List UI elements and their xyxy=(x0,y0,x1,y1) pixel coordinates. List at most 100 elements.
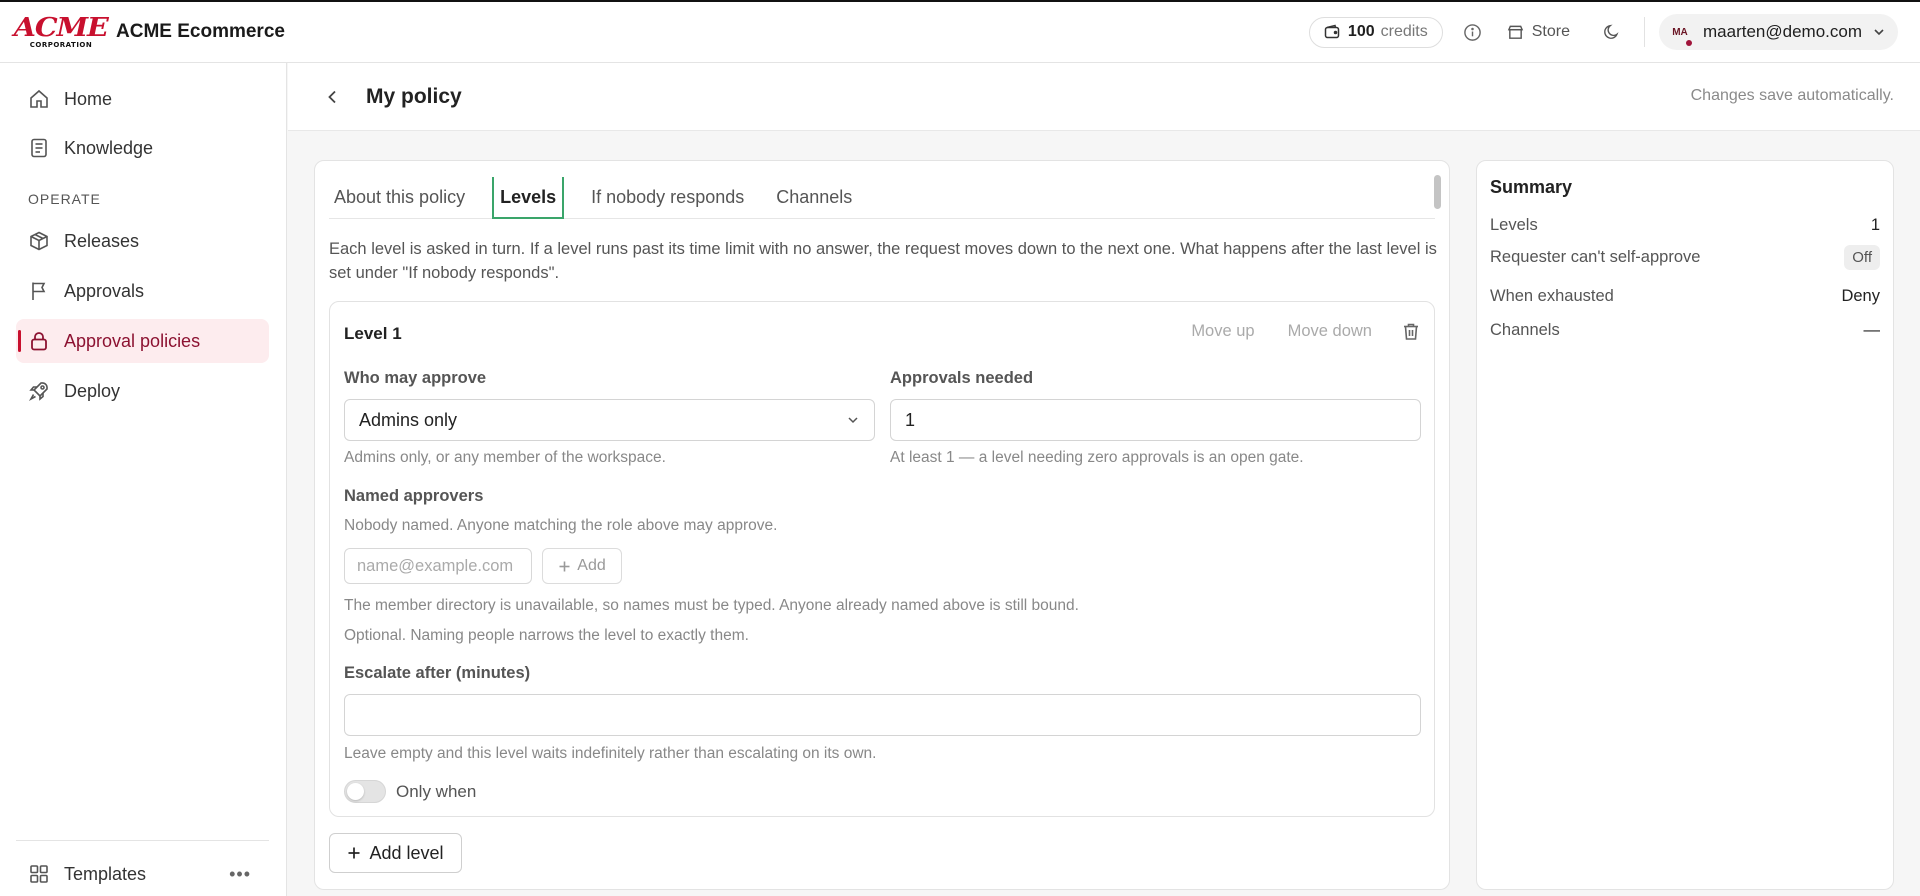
who-may-approve-label: Who may approve xyxy=(344,369,487,387)
moon-icon xyxy=(1603,23,1621,41)
scrollbar[interactable] xyxy=(1434,175,1441,209)
directory-unavailable-note: The member directory is unavailable, so … xyxy=(344,597,1079,614)
summary-row-value: Deny xyxy=(1841,287,1880,305)
home-icon xyxy=(28,88,64,110)
more-options-icon[interactable]: ••• xyxy=(229,864,251,885)
user-menu-button[interactable]: MA maarten@demo.com xyxy=(1659,14,1898,50)
escalate-after-hint: Leave empty and this level waits indefin… xyxy=(344,745,877,762)
summary-row-channels: Channels — xyxy=(1490,321,1880,340)
section-label-operate: OPERATE xyxy=(28,191,101,207)
only-when-toggle[interactable] xyxy=(344,780,386,803)
status-dot xyxy=(1686,40,1692,46)
levels-intro: Each level is asked in turn. If a level … xyxy=(329,240,1437,282)
add-level-button[interactable]: Add level xyxy=(329,833,462,873)
theme-toggle-button[interactable] xyxy=(1596,16,1628,48)
sidebar-item-approval-policies[interactable]: Approval policies xyxy=(16,319,269,363)
add-level-label: Add level xyxy=(369,842,444,863)
sidebar-item-templates[interactable]: Templates ••• xyxy=(16,852,269,896)
credits-pill[interactable]: 100 credits xyxy=(1308,16,1443,48)
tab-if-nobody-responds[interactable]: If nobody responds xyxy=(586,177,749,218)
top-right-controls: 100 credits Store MA maarten@demo.com xyxy=(1308,14,1898,50)
sidebar-item-releases[interactable]: Releases xyxy=(16,219,269,263)
move-down-button[interactable]: Move down xyxy=(1288,322,1372,341)
plus-icon xyxy=(347,846,369,860)
tab-bar: About this policy Levels If nobody respo… xyxy=(329,177,1435,219)
main-content: My policy Changes save automatically. Ab… xyxy=(288,63,1920,896)
store-label: Store xyxy=(1531,23,1570,40)
sidebar-item-label: Releases xyxy=(64,230,140,251)
user-email: maarten@demo.com xyxy=(1703,22,1862,41)
summary-row-self-approve: Requester can't self-approve Off xyxy=(1490,245,1880,270)
avatar-initials: MA xyxy=(1672,26,1688,38)
add-approver-label: Add xyxy=(577,557,606,574)
approver-email-input[interactable] xyxy=(344,548,532,584)
store-icon xyxy=(1507,24,1532,41)
brand[interactable]: ACME CORPORATION ACME Ecommerce xyxy=(14,14,285,50)
sidebar-item-label: Knowledge xyxy=(64,137,154,158)
summary-row-when-exhausted: When exhausted Deny xyxy=(1490,287,1880,306)
credits-value: 100 xyxy=(1347,23,1375,40)
sidebar-item-home[interactable]: Home xyxy=(16,77,269,121)
delete-level-button[interactable] xyxy=(1402,322,1420,341)
sidebar-item-deploy[interactable]: Deploy xyxy=(16,369,269,413)
summary-title: Summary xyxy=(1490,177,1573,197)
top-bar: ACME CORPORATION ACME Ecommerce 100 cred… xyxy=(0,0,1920,63)
avatar: MA xyxy=(1667,19,1693,46)
sidebar-item-knowledge[interactable]: Knowledge xyxy=(16,126,269,170)
chevron-down-icon xyxy=(1872,25,1886,39)
sidebar-item-label: Approval policies xyxy=(64,330,201,351)
tab-levels[interactable]: Levels xyxy=(492,177,565,219)
approvals-needed-label: Approvals needed xyxy=(890,369,1034,387)
summary-row-label: Levels xyxy=(1490,216,1538,234)
summary-row-label: Requester can't self-approve xyxy=(1490,248,1701,266)
plus-icon xyxy=(558,560,577,573)
page-header: My policy Changes save automatically. xyxy=(288,63,1920,131)
level-actions: Move up Move down xyxy=(1158,322,1420,341)
summary-row-label: Channels xyxy=(1490,321,1560,339)
summary-row-label: When exhausted xyxy=(1490,287,1614,305)
escalate-after-input[interactable] xyxy=(344,694,1421,736)
acme-logo[interactable]: ACME CORPORATION xyxy=(14,14,109,50)
who-may-approve-select[interactable]: Admins only xyxy=(344,399,875,441)
named-approvers-optional-note: Optional. Naming people narrows the leve… xyxy=(344,627,749,644)
back-button[interactable] xyxy=(324,88,342,106)
sidebar-divider xyxy=(16,840,269,841)
chevron-down-icon xyxy=(846,413,860,427)
rocket-icon xyxy=(28,380,64,402)
sidebar-item-label: Deploy xyxy=(64,380,121,401)
sidebar-item-label: Templates xyxy=(64,863,147,884)
policy-editor-card: About this policy Levels If nobody respo… xyxy=(314,160,1450,890)
info-button[interactable] xyxy=(1457,16,1489,48)
trash-icon xyxy=(1402,322,1420,341)
toggle-knob xyxy=(347,783,364,800)
sidebar-item-approvals[interactable]: Approvals xyxy=(16,269,269,313)
summary-row-value: — xyxy=(1863,321,1881,339)
add-approver-button[interactable]: Add xyxy=(542,548,622,584)
summary-row-value: 1 xyxy=(1870,216,1880,234)
level-title: Level 1 xyxy=(344,324,402,343)
divider xyxy=(1644,17,1645,47)
move-up-button[interactable]: Move up xyxy=(1191,322,1254,341)
sidebar-item-label: Approvals xyxy=(64,280,145,301)
acme-logo-text: ACME xyxy=(13,13,109,43)
named-approvers-label: Named approvers xyxy=(344,487,484,505)
named-approvers-empty: Nobody named. Anyone matching the role a… xyxy=(344,517,778,534)
status-badge: Off xyxy=(1844,245,1880,270)
summary-row-levels: Levels 1 xyxy=(1490,216,1880,235)
flag-icon xyxy=(28,280,64,302)
only-when-label: Only when xyxy=(396,782,477,801)
who-may-approve-hint: Admins only, or any member of the worksp… xyxy=(344,449,666,466)
tab-about-this-policy[interactable]: About this policy xyxy=(329,177,470,218)
tab-channels[interactable]: Channels xyxy=(771,177,857,218)
app-name: ACME Ecommerce xyxy=(116,21,285,42)
lock-icon xyxy=(28,330,64,352)
store-button[interactable]: Store xyxy=(1507,23,1570,41)
summary-panel: Summary Levels 1 Requester can't self-ap… xyxy=(1476,160,1894,890)
grid-icon xyxy=(28,863,64,885)
page-title: My policy xyxy=(366,84,462,108)
approvals-needed-hint: At least 1 — a level needing zero approv… xyxy=(890,449,1304,466)
credits-label: credits xyxy=(1380,23,1428,40)
sidebar: Home Knowledge OPERATE Releases Approval… xyxy=(0,63,287,896)
box-icon xyxy=(28,230,64,252)
approvals-needed-input[interactable] xyxy=(890,399,1421,441)
